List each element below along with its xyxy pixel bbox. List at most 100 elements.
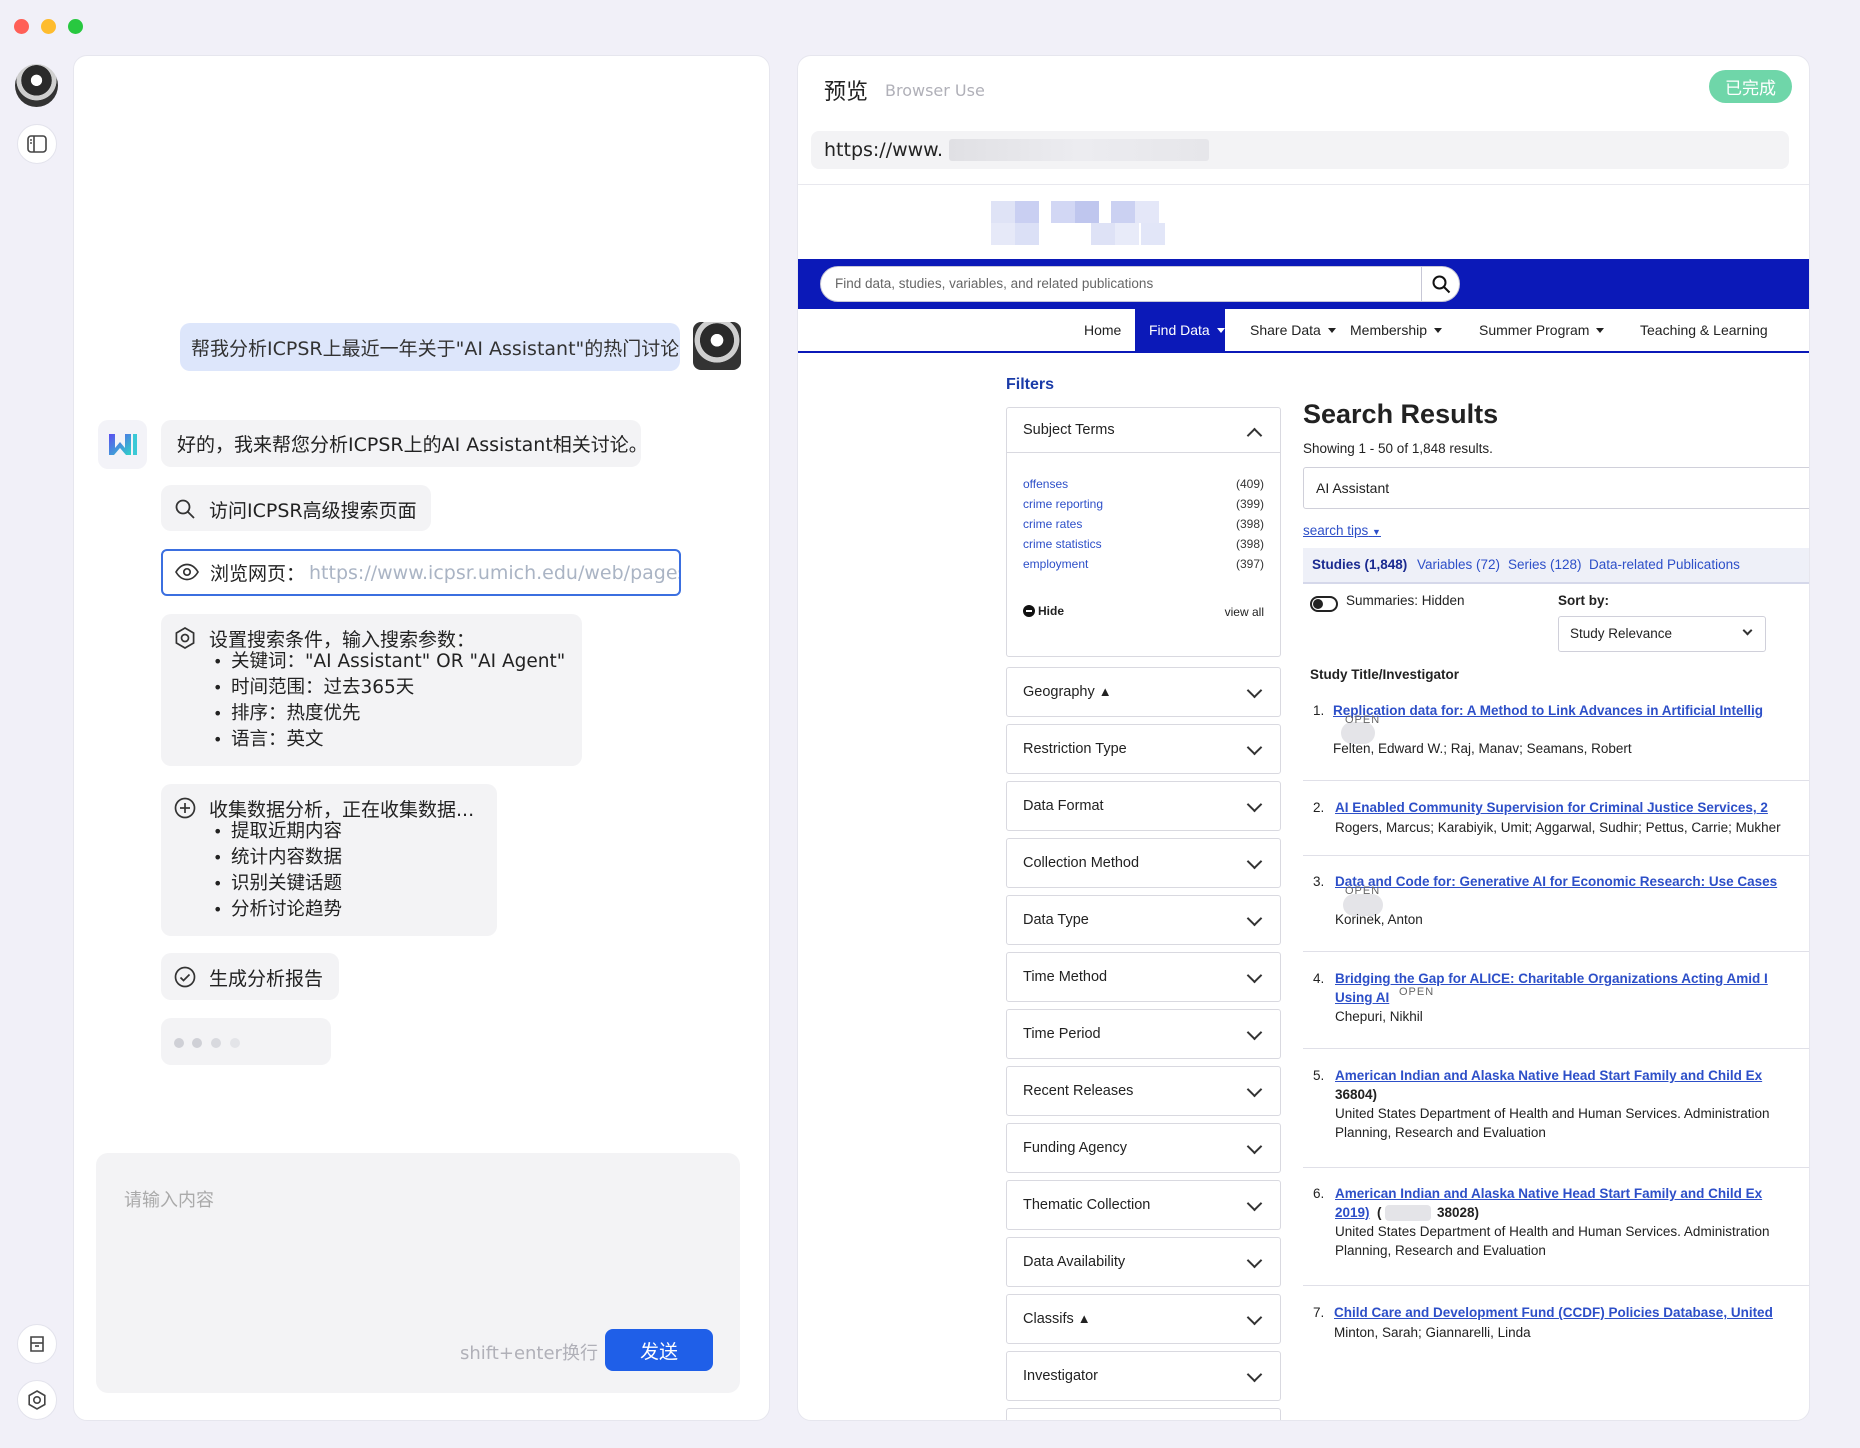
filter-time-period[interactable]: Time Period <box>1006 1009 1281 1059</box>
site-search-input[interactable]: Find data, studies, variables, and relat… <box>820 266 1460 302</box>
send-button[interactable]: 发送 <box>605 1329 713 1371</box>
result-title-suffix: 36804) <box>1335 1087 1378 1102</box>
window-minimize-button[interactable] <box>41 19 56 34</box>
search-icon <box>175 499 195 519</box>
view-all-link[interactable]: view all <box>1225 605 1264 619</box>
typing-indicator <box>161 1018 331 1065</box>
menu-membership[interactable]: Membership <box>1350 309 1443 351</box>
filter-data-availability[interactable]: Data Availability <box>1006 1237 1281 1287</box>
site-search-placeholder: Find data, studies, variables, and relat… <box>835 276 1154 291</box>
assistant-logo-icon <box>108 433 137 455</box>
filter-collection-method[interactable]: Collection Method <box>1006 838 1281 888</box>
menu-find-data[interactable]: Find Data <box>1135 309 1225 351</box>
filter-data-type[interactable]: Data Type <box>1006 895 1281 945</box>
caret-down-icon <box>1596 327 1605 333</box>
filter-restriction-type[interactable]: Restriction Type <box>1006 724 1281 774</box>
result-authors: Rogers, Marcus; Karabiyik, Umit; Aggarwa… <box>1335 820 1781 835</box>
tab-data-related-publications[interactable]: Data-related Publications <box>1589 557 1740 572</box>
filter-label: Recent Releases <box>1023 1083 1134 1099</box>
archive-button[interactable] <box>17 1324 57 1364</box>
webpage: Find data, studies, variables, and relat… <box>798 184 1809 1420</box>
user-message-avatar <box>693 322 741 370</box>
caret-down-icon <box>1434 327 1443 333</box>
query-input[interactable]: AI Assistant <box>1303 467 1809 509</box>
menu-share-data[interactable]: Share Data <box>1250 309 1336 351</box>
filter-more[interactable] <box>1006 1408 1281 1420</box>
filter-time-method[interactable]: Time Method <box>1006 952 1281 1002</box>
tab-studies[interactable]: Studies (1,848) <box>1312 557 1407 572</box>
subject-term-link[interactable]: crime rates <box>1023 517 1082 531</box>
subject-term-link[interactable]: crime reporting <box>1023 497 1103 511</box>
result-title-link[interactable]: AI Enabled Community Supervision for Cri… <box>1335 800 1768 815</box>
step-visit-label: 访问ICPSR高级搜索页面 <box>209 500 417 522</box>
chevron-down-icon <box>1246 1024 1263 1041</box>
filter-classifs[interactable]: Classifs ▲ <box>1006 1294 1281 1344</box>
step-browse[interactable]: 浏览网页： https://www.icpsr.umich.edu/web/pa… <box>161 549 681 596</box>
result-title-link[interactable]: Data and Code for: Generative AI for Eco… <box>1335 874 1777 889</box>
filter-funding-agency[interactable]: Funding Agency <box>1006 1123 1281 1173</box>
subject-terms-header[interactable]: Subject Terms <box>1007 408 1280 453</box>
settings-icon <box>28 1390 46 1410</box>
result-number: 3. <box>1313 874 1325 889</box>
filter-investigator[interactable]: Investigator <box>1006 1351 1281 1401</box>
filters-heading: Filters <box>1006 376 1055 393</box>
result-number: 1. <box>1313 703 1325 718</box>
user-avatar[interactable] <box>15 64 58 107</box>
filter-label: Thematic Collection <box>1023 1197 1151 1213</box>
caret-down-icon <box>1327 327 1336 333</box>
archive-icon <box>30 1336 44 1352</box>
site-search-bar: Find data, studies, variables, and relat… <box>798 259 1809 309</box>
result-title-link[interactable]: Bridging the Gap for ALICE: Charitable O… <box>1335 971 1768 986</box>
chevron-down-icon <box>1246 967 1263 984</box>
window-maximize-button[interactable] <box>68 19 83 34</box>
chevron-down-icon <box>1246 1195 1263 1212</box>
message-input[interactable]: 请输入内容 shift+enter换行 发送 <box>96 1153 740 1393</box>
window-close-button[interactable] <box>14 19 29 34</box>
eye-icon <box>175 563 199 581</box>
filter-label: Investigator <box>1023 1368 1098 1384</box>
filter-thematic-collection[interactable]: Thematic Collection <box>1006 1180 1281 1230</box>
menu-label: Teaching & Learning <box>1640 322 1768 338</box>
message-input-placeholder: 请输入内容 <box>124 1190 214 1211</box>
subject-term-link[interactable]: offenses <box>1023 477 1068 491</box>
step-browse-url[interactable]: https://www.icpsr.umich.edu/web/pages/ <box>309 562 679 584</box>
subject-term-count: (409) <box>1235 477 1264 491</box>
assistant-logo <box>98 420 147 469</box>
result-title-link-continued[interactable]: Using AI <box>1335 990 1389 1005</box>
menu-home[interactable]: Home <box>1081 309 1124 351</box>
filter-label: Geography <box>1023 684 1095 700</box>
menu-summer-program[interactable]: Summer Program <box>1479 309 1605 351</box>
chevron-down-icon <box>1246 796 1263 813</box>
filter-label: Data Type <box>1023 912 1089 928</box>
filter-recent-releases[interactable]: Recent Releases <box>1006 1066 1281 1116</box>
menu-teaching-learning[interactable]: Teaching & Learning <box>1640 309 1768 351</box>
result-title-link-continued[interactable]: 2019) <box>1335 1205 1370 1220</box>
summaries-toggle[interactable] <box>1310 596 1338 612</box>
hide-terms-button[interactable]: Hide <box>1023 604 1064 618</box>
sort-select[interactable]: Study Relevance <box>1558 616 1766 652</box>
subject-term-link[interactable]: employment <box>1023 557 1088 571</box>
filter-label: Collection Method <box>1023 855 1140 871</box>
search-tips-link[interactable]: search tips ▼ <box>1303 523 1381 538</box>
sidebar-toggle-button[interactable] <box>17 124 57 164</box>
collect-list: 提取近期内容 统计内容数据 识别关键话题 分析讨论趋势 <box>209 819 342 923</box>
filter-label: Funding Agency <box>1023 1140 1127 1156</box>
site-search-button[interactable] <box>1421 267 1459 301</box>
tab-variables[interactable]: Variables (72) <box>1417 557 1500 572</box>
settings-button[interactable] <box>17 1380 57 1420</box>
step-settings: 设置搜索条件，输入搜索参数： 关键词："AI Assistant" OR "AI… <box>161 614 582 766</box>
filter-data-format[interactable]: Data Format <box>1006 781 1281 831</box>
chevron-down-icon <box>1246 682 1263 699</box>
tab-series[interactable]: Series (128) <box>1508 557 1582 572</box>
result-title-link[interactable]: American Indian and Alaska Native Head S… <box>1335 1068 1762 1083</box>
result-title-link[interactable]: Replication data for: A Method to Link A… <box>1333 703 1763 718</box>
filter-geography[interactable]: Geography ▲ <box>1006 667 1281 717</box>
result-title-link[interactable]: Child Care and Development Fund (CCDF) P… <box>1334 1305 1773 1320</box>
result-number: 6. <box>1313 1186 1325 1201</box>
url-bar[interactable]: https://www. <box>811 131 1789 169</box>
check-circle-icon <box>174 966 196 988</box>
chevron-down-icon <box>1246 1138 1263 1155</box>
result-item: 3. Data and Code for: Generative AI for … <box>1303 874 1809 952</box>
result-title-link[interactable]: American Indian and Alaska Native Head S… <box>1335 1186 1762 1201</box>
subject-term-link[interactable]: crime statistics <box>1023 537 1102 551</box>
